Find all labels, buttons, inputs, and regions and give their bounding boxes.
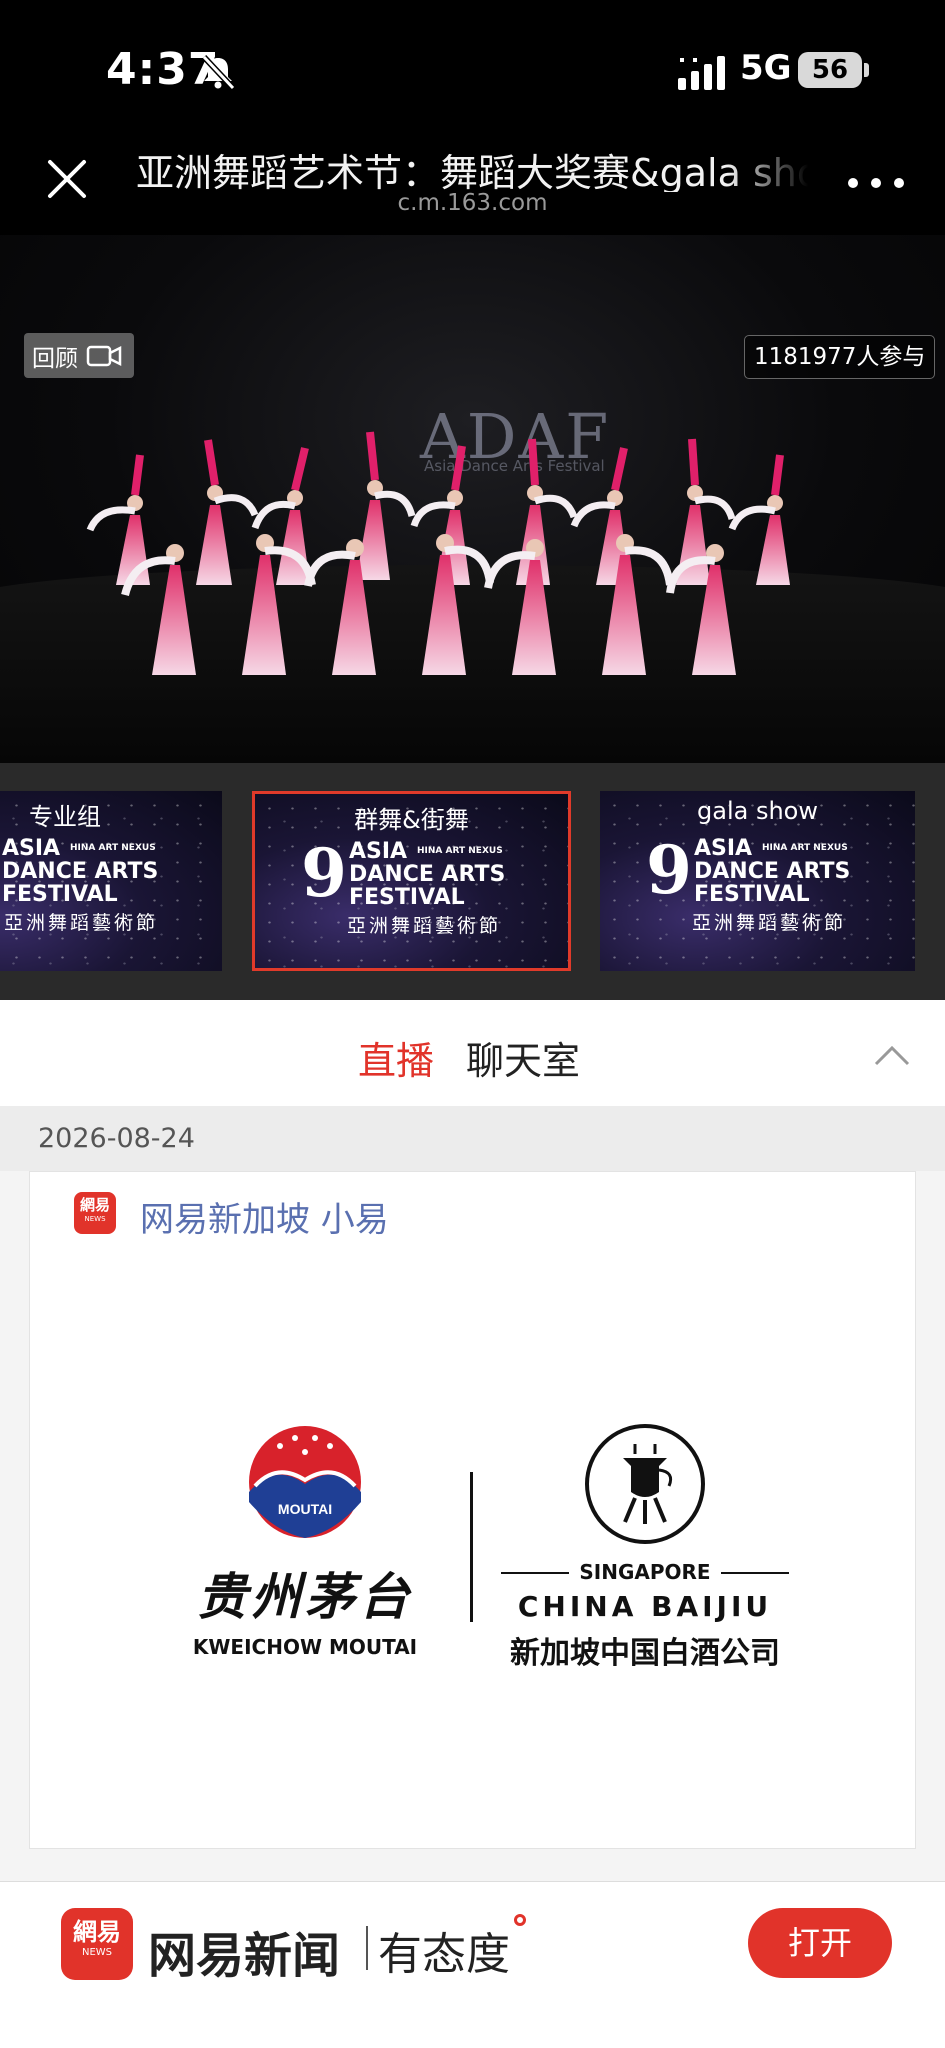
moutai-badge-text: MOUTAI [278,1501,332,1517]
feed-date: 2026-08-24 [0,1106,945,1171]
nine-logo-icon: 9 [301,834,347,912]
open-app-button[interactable]: 打开 [748,1908,892,1978]
segment-thumb-professional[interactable]: 专业组 HINA ART NEXUS ASIA DANCE ARTS FESTI… [0,791,222,971]
dancers-image [86,431,790,675]
app-logo-sub: NEWS [81,1947,113,1958]
segment-cn-title: 亞洲舞蹈藝術節 [692,912,847,934]
page-title: 亚洲舞蹈艺术节：舞蹈大奖赛&gala show [136,151,808,192]
segment-festival-text: ASIA DANCE ARTS FESTIVAL [694,837,850,906]
segment-label: 群舞&街舞 [354,806,469,834]
segment-thumb-group-street[interactable]: 群舞&街舞 9 HINA ART NEXUS ASIA DANCE ARTS F… [252,791,571,971]
video-segment-list: 专业组 HINA ART NEXUS ASIA DANCE ARTS FESTI… [0,763,945,1000]
china-baijiu-logo: SINGAPORE CHINA BAIJIU 新加坡中国白酒公司 [495,1422,795,1682]
segment-thumb-gala-show[interactable]: gala show 9 HINA ART NEXUS ASIA DANCE AR… [600,791,915,971]
moutai-emblem-icon: MOUTAI [249,1426,361,1538]
post-author[interactable]: 网易新加坡 小易 [140,1192,389,1241]
bell-muted-icon [201,54,236,91]
app-logo-text: 網易 [73,1918,121,1946]
registered-mark-icon [514,1914,526,1926]
segment-label: gala show [697,797,818,825]
segment-cn-title: 亞洲舞蹈藝術節 [347,915,502,937]
tab-live[interactable]: 直播 [358,1030,434,1085]
author-avatar: 網易 NEWS [74,1192,116,1234]
live-post-card: 網易 NEWS 网易新加坡 小易 MOUTAI 贵州茅台 KWEICHOW MO… [29,1171,916,1849]
chevron-up-icon[interactable] [872,1040,912,1070]
festival-line-1: ASIA [349,839,408,864]
app-name: 网易新闻 [148,1928,341,1984]
battery-icon: 56 [798,52,862,88]
festival-line-3: FESTIVAL [694,882,810,907]
browser-header: 亚洲舞蹈艺术节：舞蹈大奖赛&gala show c.m.163.com [0,130,945,235]
more-options-icon[interactable] [848,168,904,198]
nine-logo-icon: 9 [646,831,692,909]
avatar-text: 網易 [79,1196,110,1214]
festival-line-3: FESTIVAL [349,885,465,910]
moutai-en-name: KWEICHOW MOUTAI [192,1635,418,1659]
avatar-sub: NEWS [84,1215,106,1223]
netease-news-logo: 網易 NEWS [61,1908,133,1980]
festival-line-2: DANCE ARTS [349,862,506,887]
app-name-separator [366,1926,368,1970]
moutai-logo: MOUTAI 贵州茅台 KWEICHOW MOUTAI [190,1422,420,1682]
tab-chatroom[interactable]: 聊天室 [466,1030,580,1085]
segment-festival-text: ASIA DANCE ARTS FESTIVAL [349,840,505,909]
video-player[interactable]: ADAF Asia Dance Arts Festival 回顾 1181977… [0,235,945,763]
segment-cn-title: 亞洲舞蹈藝術節 [4,912,159,934]
festival-line-2: DANCE ARTS [2,859,159,884]
app-slogan: 有态度 [378,1929,510,1980]
post-image-sponsors[interactable]: MOUTAI 贵州茅台 KWEICHOW MOUTAI SINGAPORE CH… [190,1422,790,1682]
replay-badge: 回顾 [24,333,134,378]
logo-divider [470,1472,473,1622]
moutai-cn-name: 贵州茅台 [197,1567,413,1626]
festival-line-1: ASIA [694,836,753,861]
signal-icon [678,56,725,90]
replay-label: 回顾 [32,345,78,372]
baijiu-cn-text: 新加坡中国白酒公司 [510,1636,780,1671]
app-download-banner: 網易 NEWS 网易新闻 有态度 打开 [0,1881,945,2048]
festival-line-2: DANCE ARTS [694,859,851,884]
segment-festival-text: ASIA DANCE ARTS FESTIVAL [2,837,158,906]
baijiu-mid-text: CHINA BAIJIU [517,1590,773,1623]
segment-label: 专业组 [29,803,101,831]
page-url: c.m.163.com [397,190,548,216]
festival-line-3: FESTIVAL [2,882,118,907]
festival-line-1: ASIA [2,836,61,861]
bronze-vessel-icon [585,1424,705,1544]
video-camera-icon [86,345,122,366]
battery-tip [864,63,869,77]
participant-count: 1181977人参与 [744,335,936,379]
status-bar: 4:37 5G 56 [0,0,945,130]
singapore-rule-right [721,1572,789,1574]
content-tabs: 直播 聊天室 [0,1000,945,1106]
network-type: 5G [740,48,792,88]
